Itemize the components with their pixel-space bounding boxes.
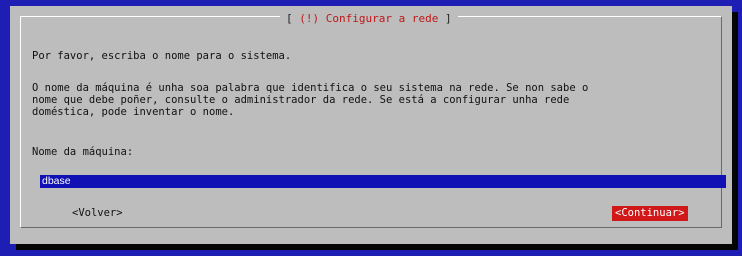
dialog-title: [ (!) Configurar a rede ] — [280, 10, 458, 28]
description-line-1: O nome da máquina é unha soa palabra que… — [32, 82, 589, 94]
dialog-frame — [20, 16, 722, 228]
title-right-bracket: ] — [444, 12, 452, 25]
title-left-bracket: [ — [286, 12, 293, 25]
back-button[interactable]: <Volver> — [72, 206, 123, 221]
configure-network-dialog: [ (!) Configurar a rede ] Por favor, esc… — [10, 6, 732, 244]
continue-button[interactable]: <Continuar> — [612, 206, 688, 221]
description-line-3: doméstica, pode inventar o nome. — [32, 106, 235, 118]
prompt-text: Por favor, escriba o nome para o sistema… — [32, 50, 292, 62]
dialog-title-text: (!) Configurar a rede — [299, 12, 439, 25]
description-line-2: nome que debe poñer, consulte o administ… — [32, 94, 570, 106]
hostname-input[interactable] — [40, 175, 726, 188]
hostname-field-label: Nome da máquina: — [32, 146, 134, 158]
